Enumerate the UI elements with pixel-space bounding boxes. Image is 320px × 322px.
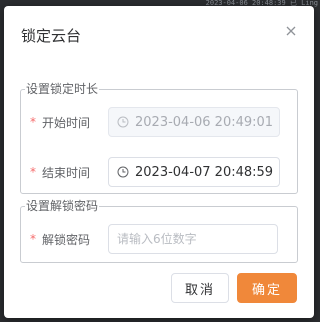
start-time-row: * 开始时间 2023-04-06 20:49:01 bbox=[30, 107, 280, 137]
unlock-password-input[interactable] bbox=[108, 224, 278, 254]
cancel-button[interactable]: 取消 bbox=[171, 273, 229, 303]
unlock-password-section: 设置解锁密码 * 解锁密码 bbox=[20, 199, 298, 263]
close-icon[interactable] bbox=[284, 24, 298, 38]
end-time-label: 结束时间 bbox=[42, 165, 91, 180]
start-time-input[interactable]: 2023-04-06 20:49:01 bbox=[108, 107, 280, 137]
end-time-row: * 结束时间 2023-04-07 20:48:59 bbox=[30, 157, 280, 187]
unlock-password-legend: 设置解锁密码 bbox=[26, 199, 99, 213]
password-label: 解锁密码 bbox=[42, 232, 91, 247]
confirm-button[interactable]: 确定 bbox=[237, 273, 297, 303]
password-row: * 解锁密码 bbox=[30, 224, 278, 254]
required-mark: * bbox=[30, 115, 36, 129]
start-time-label-wrap: * 开始时间 bbox=[30, 114, 108, 131]
end-time-value: 2023-04-07 20:48:59 bbox=[135, 164, 274, 180]
password-label-wrap: * 解锁密码 bbox=[30, 231, 108, 248]
lock-gimbal-dialog: 锁定云台 设置锁定时长 * 开始时间 2023-04-06 20:49:01 *… bbox=[4, 6, 314, 318]
required-mark: * bbox=[30, 165, 36, 179]
lock-duration-section: 设置锁定时长 * 开始时间 2023-04-06 20:49:01 * 结束时间 bbox=[20, 82, 298, 194]
clock-icon bbox=[117, 116, 129, 128]
start-time-label: 开始时间 bbox=[42, 115, 91, 130]
dialog-title: 锁定云台 bbox=[21, 27, 82, 45]
required-mark: * bbox=[30, 232, 36, 246]
end-time-label-wrap: * 结束时间 bbox=[30, 164, 108, 181]
lock-duration-legend: 设置锁定时长 bbox=[26, 82, 99, 96]
clock-icon bbox=[117, 166, 129, 178]
start-time-value: 2023-04-06 20:49:01 bbox=[135, 114, 274, 130]
end-time-input[interactable]: 2023-04-07 20:48:59 bbox=[108, 157, 280, 187]
